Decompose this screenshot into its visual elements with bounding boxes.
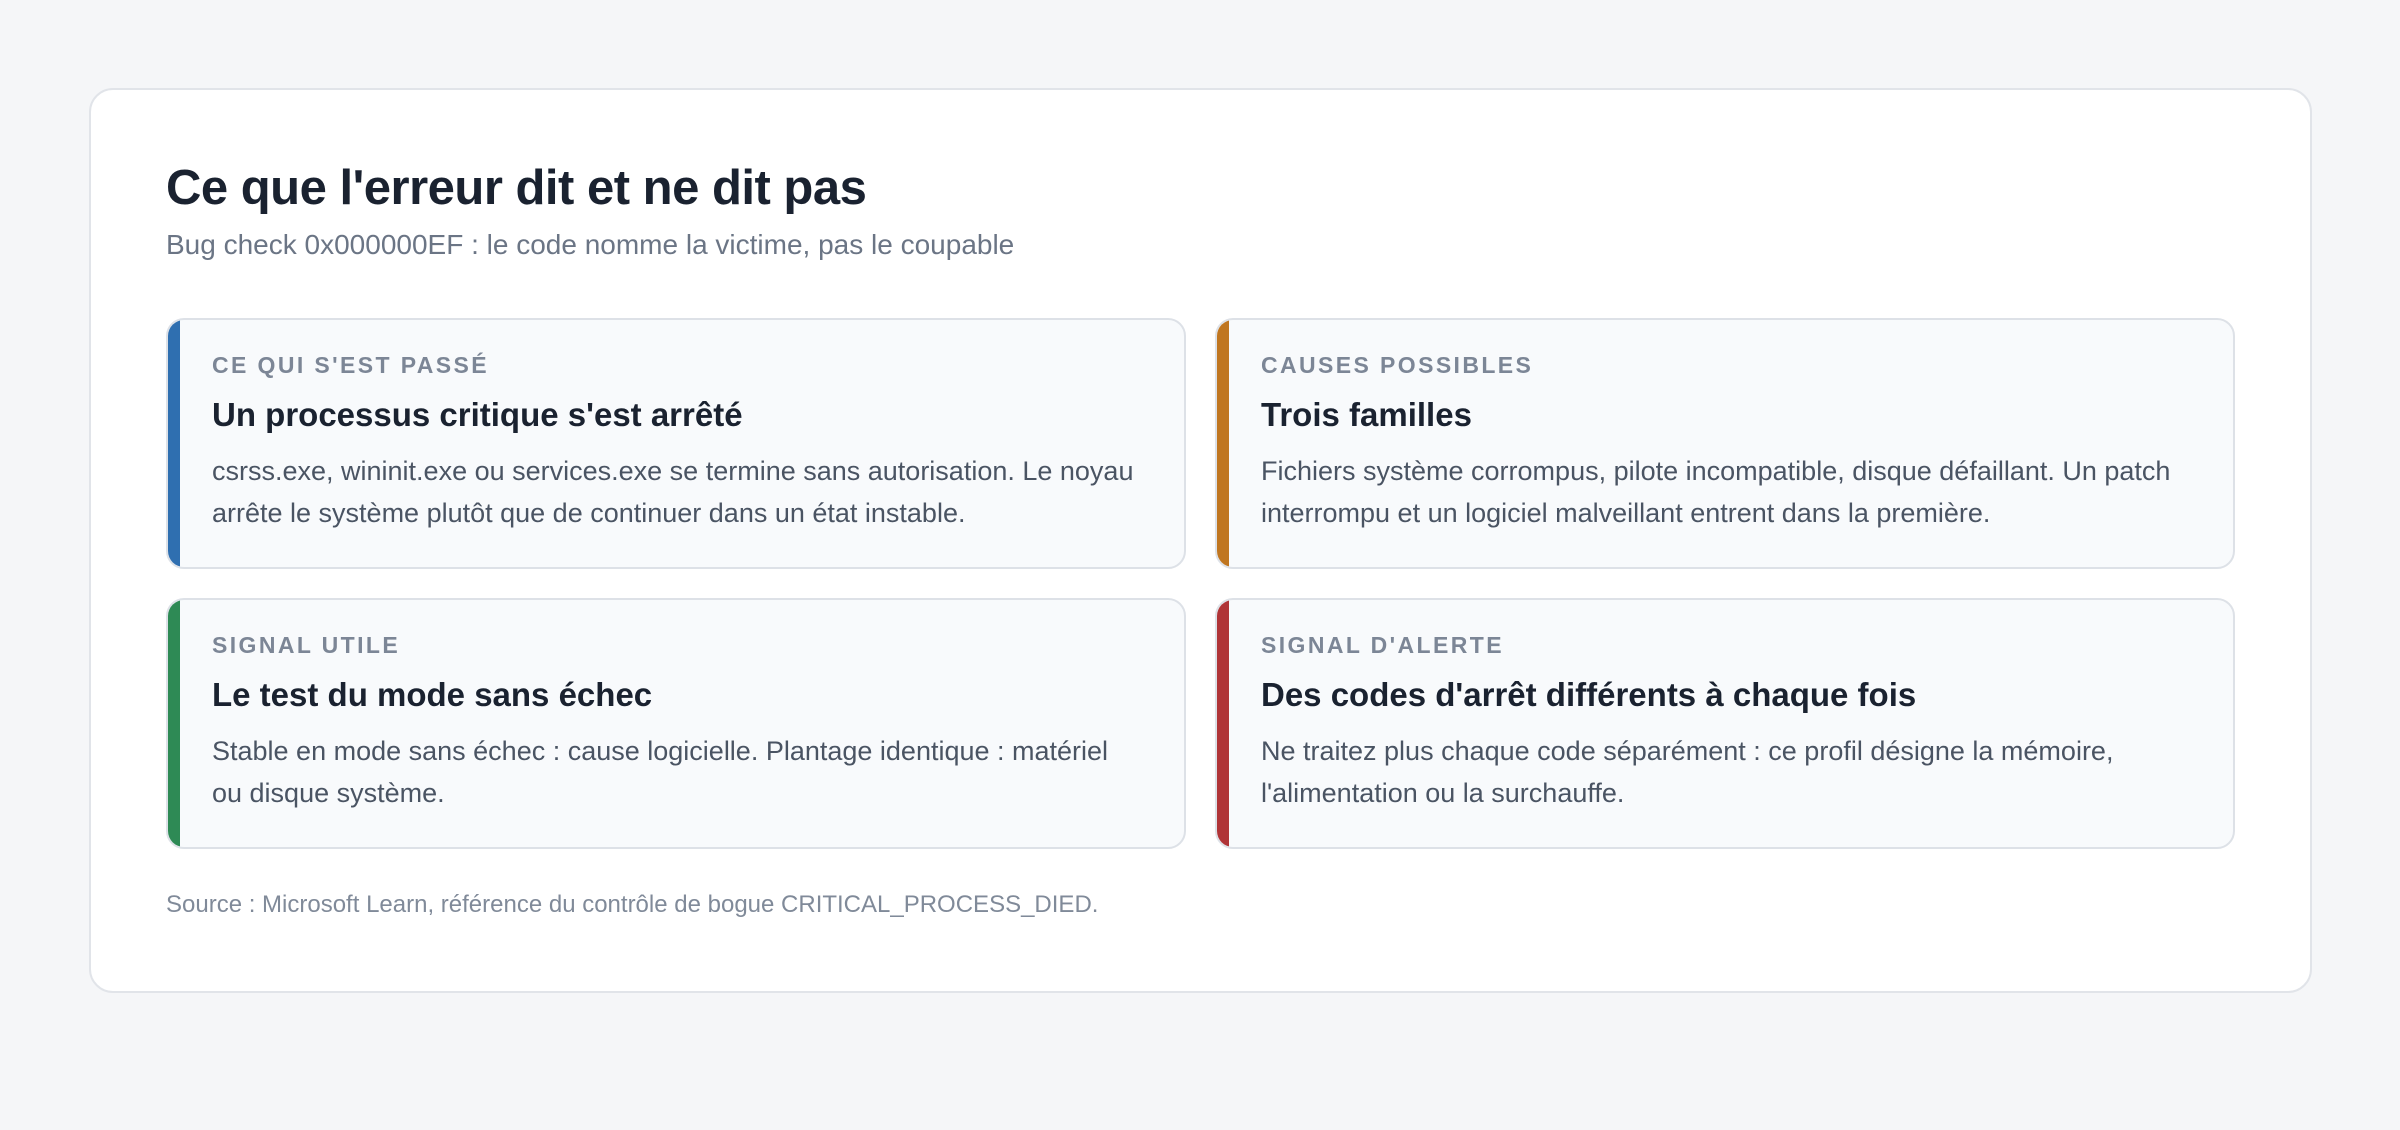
panel-heading: Le test du mode sans échec xyxy=(212,676,653,713)
accent-bar xyxy=(168,600,180,847)
panel-possible-causes: CAUSES POSSIBLES Trois familles Fichiers… xyxy=(1215,318,2235,569)
accent-bar xyxy=(168,320,180,567)
accent-bar xyxy=(1217,600,1229,847)
panel-body: Fichiers système corrompus, pilote incom… xyxy=(1261,456,2171,528)
panel-tag: SIGNAL D'ALERTE xyxy=(1261,632,1504,658)
panel-body: Stable en mode sans échec : cause logici… xyxy=(212,736,1109,808)
panel-what-happened: CE QUI S'EST PASSÉ Un processus critique… xyxy=(166,318,1186,569)
source-note: Source : Microsoft Learn, référence du c… xyxy=(166,891,1099,918)
panel-grid: CE QUI S'EST PASSÉ Un processus critique… xyxy=(166,318,2235,849)
panel-tag: CE QUI S'EST PASSÉ xyxy=(212,352,490,378)
panel-heading: Un processus critique s'est arrêté xyxy=(212,396,743,433)
accent-bar xyxy=(1217,320,1229,567)
page-title: Ce que l'erreur dit et ne dit pas xyxy=(166,161,867,215)
page-subtitle: Bug check 0x000000EF : le code nomme la … xyxy=(166,229,1015,260)
panel-warning-signal: SIGNAL D'ALERTE Des codes d'arrêt différ… xyxy=(1215,598,2235,849)
panel-tag: SIGNAL UTILE xyxy=(212,632,401,658)
panel-body: csrss.exe, wininit.exe ou services.exe s… xyxy=(212,456,1134,528)
content-card: Ce que l'erreur dit et ne dit pas Bug ch… xyxy=(89,88,2312,993)
panel-heading: Trois familles xyxy=(1261,396,1472,433)
panel-tag: CAUSES POSSIBLES xyxy=(1261,352,1534,378)
panel-heading: Des codes d'arrêt différents à chaque fo… xyxy=(1261,676,1917,713)
panel-useful-signal: SIGNAL UTILE Le test du mode sans échec … xyxy=(166,598,1186,849)
panel-body: Ne traitez plus chaque code séparément :… xyxy=(1261,736,2114,808)
